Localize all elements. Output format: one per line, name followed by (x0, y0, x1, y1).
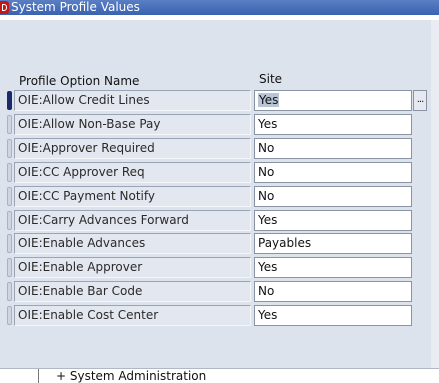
record-indicator[interactable] (7, 282, 12, 301)
window-right-edge (431, 20, 439, 368)
record-indicator[interactable] (7, 306, 12, 325)
record-indicator[interactable] (7, 115, 12, 134)
profile-option-name-field[interactable]: OIE:Allow Non-Base Pay (14, 114, 251, 135)
site-value-field[interactable]: Yes (254, 257, 412, 278)
table-row[interactable]: OIE:Allow Credit Lines Yes ... (0, 90, 431, 111)
column-header-profile-option-name: Profile Option Name (19, 74, 140, 88)
current-record-indicator[interactable] (7, 91, 12, 110)
profile-option-name-field[interactable]: OIE:Enable Advances (14, 233, 251, 254)
record-indicator[interactable] (7, 234, 12, 253)
profile-option-name-field[interactable]: OIE:Approver Required (14, 138, 251, 159)
record-indicator[interactable] (7, 211, 12, 230)
record-indicator[interactable] (7, 187, 12, 206)
profile-option-name-field[interactable]: OIE:Enable Cost Center (14, 305, 251, 326)
site-value-field[interactable]: Yes (254, 305, 412, 326)
profile-option-name-field[interactable]: OIE:Enable Approver (14, 257, 251, 278)
record-indicator[interactable] (7, 139, 12, 158)
site-value-field[interactable]: No (254, 186, 412, 207)
site-value-field[interactable]: Yes (254, 90, 412, 111)
profile-option-name-field[interactable]: OIE:Carry Advances Forward (14, 210, 251, 231)
table-row[interactable]: OIE:Allow Non-Base Pay Yes (0, 114, 431, 135)
tree-connector-line (38, 369, 39, 383)
navigator-tree-panel: + System Administration (0, 368, 439, 383)
oracle-app-icon (0, 1, 9, 14)
list-of-values-button[interactable]: ... (413, 90, 427, 111)
profile-option-name-field[interactable]: OIE:CC Payment Notify (14, 186, 251, 207)
table-row[interactable]: OIE:CC Payment Notify No (0, 186, 431, 207)
record-indicator[interactable] (7, 258, 12, 277)
site-value-field[interactable]: Payables (254, 233, 412, 254)
column-header-site: Site (259, 72, 283, 86)
profile-option-name-field[interactable]: OIE:Enable Bar Code (14, 281, 251, 302)
profile-values-form: Profile Option Name Site OIE:Allow Credi… (0, 20, 439, 368)
table-row[interactable]: OIE:Carry Advances Forward Yes (0, 210, 431, 231)
window-titlebar[interactable]: System Profile Values (0, 0, 439, 15)
site-value-field[interactable]: Yes (254, 210, 412, 231)
site-value-text: Yes (258, 93, 280, 107)
site-value-field[interactable]: No (254, 162, 412, 183)
table-row[interactable]: OIE:CC Approver Req No (0, 162, 431, 183)
site-value-field[interactable]: No (254, 281, 412, 302)
site-value-field[interactable]: Yes (254, 114, 412, 135)
table-row[interactable]: OIE:Enable Advances Payables (0, 233, 431, 254)
site-value-field[interactable]: No (254, 138, 412, 159)
tree-item-system-administration[interactable]: + System Administration (56, 370, 206, 382)
profile-option-name-field[interactable]: OIE:Allow Credit Lines (14, 90, 251, 111)
table-row[interactable]: OIE:Enable Approver Yes (0, 257, 431, 278)
record-indicator[interactable] (7, 163, 12, 182)
table-row[interactable]: OIE:Enable Cost Center Yes (0, 305, 431, 326)
table-row[interactable]: OIE:Enable Bar Code No (0, 281, 431, 302)
profile-option-name-field[interactable]: OIE:CC Approver Req (14, 162, 251, 183)
window-title: System Profile Values (11, 0, 140, 14)
table-row[interactable]: OIE:Approver Required No (0, 138, 431, 159)
